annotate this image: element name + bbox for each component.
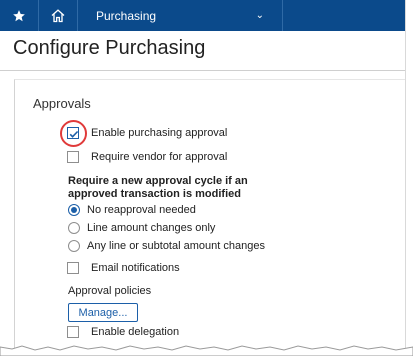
- require-vendor-label: Require vendor for approval: [91, 151, 228, 163]
- approvals-panel: Approvals Enable purchasing approval Req…: [14, 79, 407, 352]
- star-icon: [13, 9, 25, 21]
- torn-bottom-edge: [0, 345, 413, 356]
- home-button[interactable]: [39, 0, 78, 31]
- radio-line-amount-changes-label: Line amount changes only: [87, 222, 216, 234]
- approval-policies-label: Approval policies: [68, 285, 152, 297]
- radio-no-reapproval[interactable]: [68, 204, 80, 216]
- radio-line-amount-changes[interactable]: [68, 222, 80, 234]
- enable-delegation-checkbox[interactable]: [67, 326, 79, 338]
- favorites-button[interactable]: [0, 0, 39, 31]
- module-selector[interactable]: Purchasing ⌄: [78, 0, 283, 31]
- chevron-down-icon: ⌄: [255, 10, 264, 21]
- require-vendor-checkbox[interactable]: [67, 151, 79, 163]
- radio-any-amount-changes[interactable]: [68, 240, 80, 252]
- enable-purchasing-approval-label: Enable purchasing approval: [91, 127, 228, 139]
- email-notifications-label: Email notifications: [91, 262, 180, 274]
- reapproval-question: Require a new approval cycle if an appro…: [68, 175, 248, 200]
- enable-purchasing-approval-checkbox[interactable]: [67, 127, 79, 139]
- home-icon: [51, 9, 65, 23]
- top-navigation-bar: Purchasing ⌄: [0, 0, 406, 31]
- email-notifications-checkbox[interactable]: [67, 262, 79, 274]
- page-header: Configure Purchasing: [0, 31, 406, 71]
- enable-delegation-label: Enable delegation: [91, 326, 180, 338]
- page-title: Configure Purchasing: [13, 37, 206, 59]
- module-label: Purchasing: [96, 8, 157, 23]
- torn-right-edge: [405, 0, 413, 356]
- approvals-section-title: Approvals: [33, 96, 91, 111]
- radio-any-amount-changes-label: Any line or subtotal amount changes: [87, 240, 265, 252]
- checkmark-icon: [69, 130, 79, 138]
- manage-policies-button[interactable]: Manage...: [68, 303, 138, 322]
- radio-no-reapproval-label: No reapproval needed: [87, 204, 196, 216]
